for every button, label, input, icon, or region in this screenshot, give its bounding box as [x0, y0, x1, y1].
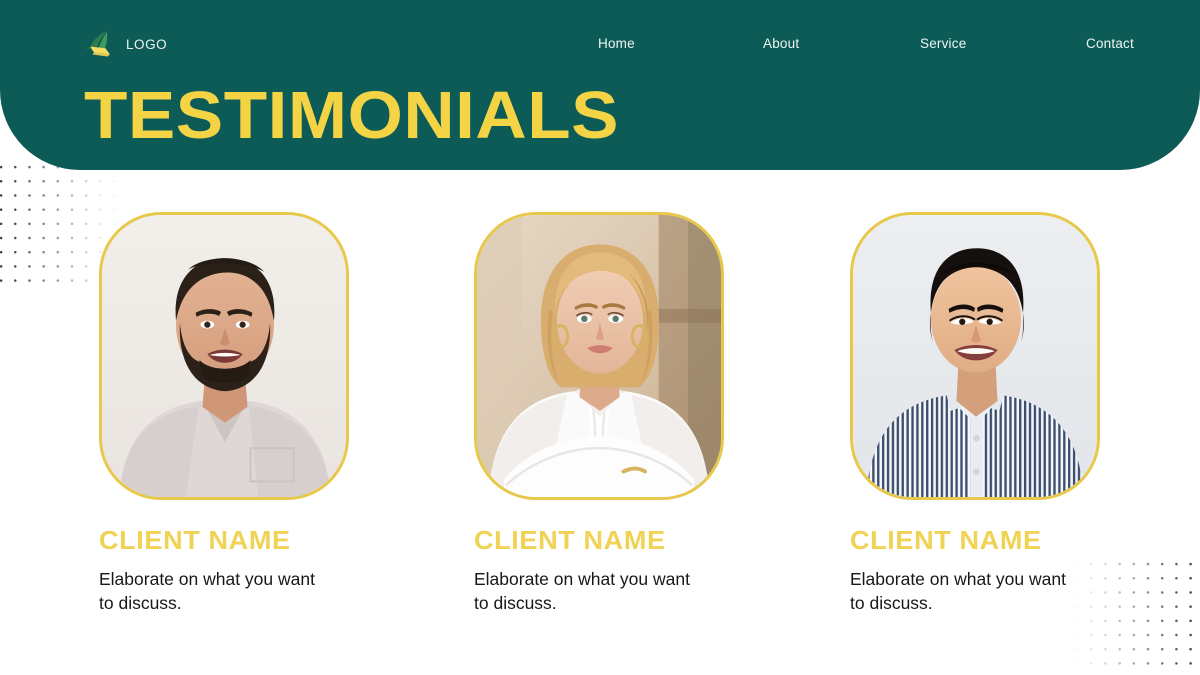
client-quote: Elaborate on what you want to discuss.: [474, 569, 690, 613]
testimonial-card[interactable]: CLIENT NAME Elaborate on what you want t…: [474, 212, 724, 615]
client-quote: Elaborate on what you want to discuss.: [99, 569, 315, 613]
client-photo: [850, 212, 1100, 500]
client-name: CLIENT NAME: [474, 525, 666, 555]
testimonial-list: CLIENT NAME Elaborate on what you want t…: [0, 212, 1200, 642]
nav-item-service[interactable]: Service: [920, 36, 966, 51]
nav-links: Home About Service Contact: [565, 36, 1165, 56]
client-name: CLIENT NAME: [99, 525, 291, 555]
testimonial-card[interactable]: CLIENT NAME Elaborate on what you want t…: [850, 212, 1100, 615]
page-header: LOGO Home About Service Contact TESTIMON…: [0, 0, 1200, 170]
navigation-bar: LOGO Home About Service Contact: [0, 0, 1200, 88]
nav-item-about[interactable]: About: [763, 36, 799, 51]
brand[interactable]: LOGO: [83, 30, 167, 58]
page-title: TESTIMONIALS: [84, 78, 620, 153]
nav-item-contact[interactable]: Contact: [1086, 36, 1134, 51]
leaf-logo-icon: [83, 30, 116, 58]
client-name: CLIENT NAME: [850, 525, 1042, 555]
client-quote: Elaborate on what you want to discuss.: [850, 569, 1066, 613]
testimonial-card[interactable]: CLIENT NAME Elaborate on what you want t…: [99, 212, 349, 615]
client-photo: [474, 212, 724, 500]
brand-name: LOGO: [126, 36, 168, 52]
client-photo: [99, 212, 349, 500]
nav-item-home[interactable]: Home: [598, 36, 635, 51]
